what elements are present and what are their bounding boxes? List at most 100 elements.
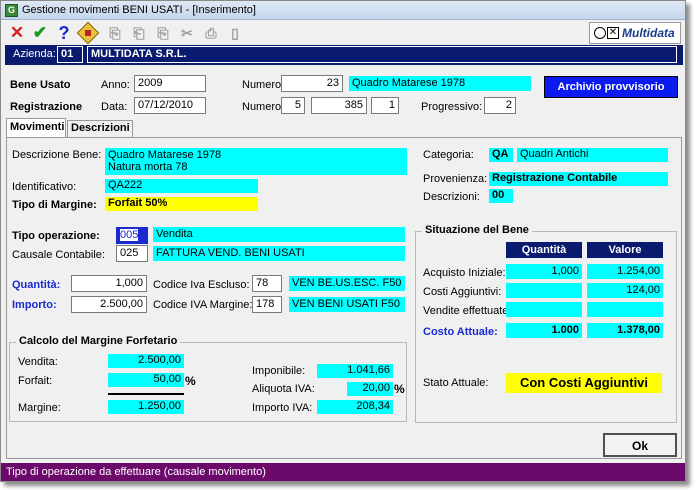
toolbar-icon-8[interactable]: ✂	[177, 23, 197, 43]
descrizione-bene-label: Descrizione Bene:	[12, 149, 102, 161]
costo-attuale-label: Costo Attuale:	[423, 326, 498, 338]
data-label: Data:	[101, 101, 128, 113]
vendite-valore	[587, 302, 663, 317]
imponibile-label: Imponibile:	[252, 365, 306, 377]
data-field[interactable]: 07/12/2010	[134, 97, 206, 114]
importo-iva-value: 208,34	[317, 400, 393, 414]
margine-divider	[108, 393, 184, 395]
toolbar-icon-5[interactable]: ⎘	[105, 23, 125, 43]
descrizione-line-2: Natura morta 78	[108, 161, 188, 173]
registrazione-num-a[interactable]: 5	[281, 97, 305, 114]
acquisto-label: Acquisto Iniziale:	[423, 267, 506, 279]
azienda-bar: Azienda: 01 MULTIDATA S.R.L.	[5, 45, 683, 65]
codice-esc-label: Codice Iva Escluso:	[153, 279, 250, 291]
tab-movimenti-label: Movimenti	[10, 121, 65, 133]
multidata-logo: ✕ Multidata	[589, 22, 681, 44]
tab-movimenti[interactable]: Movimenti	[6, 118, 66, 137]
causale-code[interactable]: 025	[116, 245, 148, 262]
calcolo-title: Calcolo del Margine Forfetario	[16, 335, 181, 347]
main-window: G Gestione movimenti BENI USATI - [Inser…	[0, 0, 686, 482]
provenienza-field: Registrazione Contabile	[489, 172, 668, 186]
status-bar: Tipo di operazione da effettuare (causal…	[1, 463, 685, 481]
progressivo-label: Progressivo:	[421, 101, 483, 113]
edit-icon[interactable]	[76, 21, 100, 45]
aliquota-value: 20,00	[347, 382, 393, 396]
numero-field[interactable]: 23	[281, 75, 343, 92]
stato-value: Con Costi Aggiuntivi	[506, 373, 662, 393]
logo-cross-icon: ✕	[607, 27, 619, 39]
tipo-operazione-code-text: 005	[120, 229, 139, 241]
codice-esc-field[interactable]: 78	[252, 275, 282, 292]
archivio-provvisorio-button[interactable]: Archivio provvisorio	[544, 76, 678, 98]
codice-esc-desc: VEN BE.US.ESC. F50	[289, 276, 405, 291]
toolbar-icon-6[interactable]: ⎗	[129, 23, 149, 43]
forfait-percent: %	[185, 374, 196, 388]
vendita-value: 2.500,00	[108, 354, 184, 368]
quantita-label: Quantità:	[12, 279, 61, 291]
tipo-operazione-desc: Vendita	[153, 227, 405, 242]
ok-button[interactable]: Ok	[603, 433, 677, 457]
categoria-label: Categoria:	[423, 149, 474, 161]
tipo-margine-field: Forfait 50%	[105, 197, 258, 211]
forfait-value: 50,00	[108, 373, 184, 387]
importo-iva-label: Importo IVA:	[252, 402, 313, 414]
causale-label: Causale Contabile:	[12, 249, 105, 261]
importo-label: Importo:	[12, 299, 57, 311]
costi-quantita	[506, 283, 582, 298]
window-title: Gestione movimenti BENI USATI - [Inserim…	[22, 4, 256, 16]
descrizione-bene-field: Quadro Matarese 1978 Natura morta 78	[105, 148, 407, 175]
help-icon[interactable]: ?	[54, 23, 74, 43]
costi-valore: 124,00	[587, 283, 663, 298]
registrazione-label: Registrazione	[10, 101, 83, 113]
stato-label: Stato Attuale:	[423, 377, 489, 389]
toolbar-icon-10[interactable]: ▯	[225, 23, 245, 43]
confirm-icon[interactable]: ✔	[30, 23, 50, 43]
provenienza-label: Provenienza:	[423, 173, 488, 185]
numero-label: Numero:	[242, 79, 285, 91]
codice-marg-field[interactable]: 178	[252, 296, 282, 313]
tab-descrizioni-label: Descrizioni	[71, 122, 130, 134]
margine-value: 1.250,00	[108, 400, 184, 414]
numero2-label: Numero:	[242, 101, 285, 113]
tipo-margine-label: Tipo di Margine:	[12, 199, 97, 211]
col-valore-header: Valore	[587, 242, 663, 258]
costi-label: Costi Aggiuntivi:	[423, 286, 502, 298]
anno-field[interactable]: 2009	[134, 75, 206, 92]
quantita-field[interactable]: 1,000	[71, 275, 147, 292]
categoria-code: QA	[489, 148, 513, 162]
descrizioni-label: Descrizioni:	[423, 191, 480, 203]
bene-description: Quadro Matarese 1978	[349, 76, 531, 91]
close-icon[interactable]: ✕	[7, 23, 27, 43]
logo-text: Multidata	[622, 26, 675, 40]
azienda-name: MULTIDATA S.R.L.	[87, 46, 677, 63]
aliquota-label: Aliquota IVA:	[252, 383, 315, 395]
forfait-label: Forfait:	[18, 375, 53, 387]
codice-marg-label: Codice IVA Margine:	[153, 299, 253, 311]
toolbar: ✕ ✔ ? ⎘ ⎗ ⎘ ✂ ⎙ ▯	[1, 21, 685, 46]
categoria-desc: Quadri Antichi	[517, 148, 668, 162]
vendita-label: Vendita:	[18, 356, 58, 368]
tab-descrizioni[interactable]: Descrizioni	[67, 120, 133, 137]
registrazione-num-b[interactable]: 385	[311, 97, 367, 114]
situazione-title: Situazione del Bene	[422, 224, 532, 236]
identificativo-label: Identificativo:	[12, 181, 77, 193]
descrizioni-field: 00	[489, 189, 513, 203]
identificativo-field: QA222	[105, 179, 258, 193]
importo-field[interactable]: 2.500,00	[71, 296, 147, 313]
azienda-label: Azienda:	[13, 48, 56, 60]
logo-circle-icon	[594, 27, 606, 39]
costo-attuale-quantita: 1.000	[506, 323, 582, 338]
progressivo-field[interactable]: 2	[484, 97, 516, 114]
registrazione-num-c[interactable]: 1	[371, 97, 399, 114]
descrizione-line-1: Quadro Matarese 1978	[108, 149, 222, 161]
tipo-operazione-label: Tipo operazione:	[12, 230, 100, 242]
bene-usato-label: Bene Usato	[10, 79, 71, 91]
toolbar-icon-9[interactable]: ⎙	[201, 23, 221, 43]
codice-marg-desc: VEN BENI USATI F50	[289, 297, 405, 312]
toolbar-icon-7[interactable]: ⎘	[153, 23, 173, 43]
anno-label: Anno:	[101, 79, 130, 91]
causale-desc: FATTURA VEND. BENI USATI	[153, 246, 405, 261]
azienda-code[interactable]: 01	[57, 46, 83, 63]
tipo-operazione-code[interactable]: 005	[116, 227, 148, 244]
margine-label: Margine:	[18, 402, 61, 414]
